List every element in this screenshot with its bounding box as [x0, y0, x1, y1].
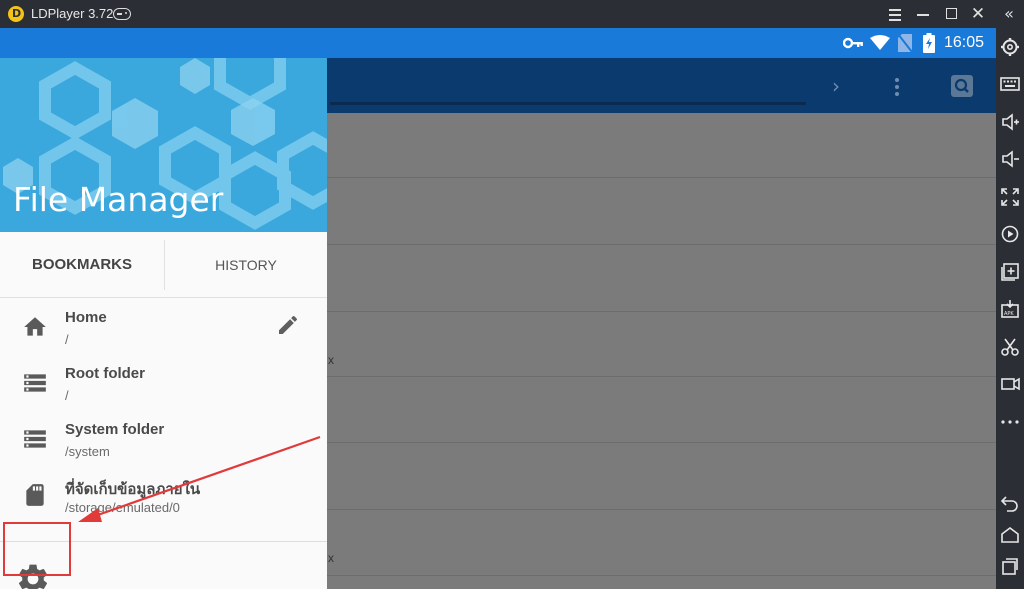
search-icon[interactable]: [951, 75, 973, 97]
ldplayer-window: LDPlayer 3.72 ✕ «: [0, 0, 1024, 589]
gamepad-icon[interactable]: [113, 8, 131, 20]
title-bar: LDPlayer 3.72 ✕ «: [0, 0, 1024, 28]
bookmark-path: /: [65, 388, 69, 403]
emulator-toolbar: APK: [996, 28, 1024, 589]
menu-button[interactable]: [885, 4, 905, 24]
list-item-label: x: [328, 551, 334, 565]
clock: 16:05: [944, 34, 985, 51]
tab-indicator: [330, 102, 806, 105]
sd-card-icon: [22, 482, 48, 508]
list-divider: [327, 177, 996, 178]
storage-icon: [22, 426, 48, 452]
more-icon[interactable]: [999, 411, 1021, 433]
list-divider: [327, 509, 996, 510]
fullscreen-icon[interactable]: [999, 186, 1021, 208]
maximize-button[interactable]: [941, 4, 961, 24]
home-icon[interactable]: [999, 524, 1021, 546]
highlight-box: [3, 522, 71, 576]
record-icon[interactable]: [999, 373, 1021, 395]
recent-apps-icon[interactable]: [999, 555, 1021, 577]
overflow-menu-icon[interactable]: [895, 78, 899, 96]
android-status-bar: 16:05: [0, 28, 996, 58]
home-icon: [22, 314, 48, 340]
collapse-sidebar-button[interactable]: «: [999, 4, 1019, 24]
key-icon: [843, 37, 863, 49]
bookmark-name: Home: [65, 309, 107, 326]
wifi-icon: [870, 35, 890, 50]
scissors-icon[interactable]: [999, 336, 1021, 358]
list-divider: [327, 376, 996, 377]
list-divider: [327, 442, 996, 443]
bookmark-path: /storage/emulated/0: [65, 500, 180, 515]
window-title: LDPlayer 3.72: [31, 6, 114, 21]
drawer-header: File Manager: [0, 58, 327, 232]
keyboard-icon[interactable]: [999, 73, 1021, 95]
drawer-title: File Manager: [13, 180, 224, 219]
list-divider: [327, 575, 996, 576]
volume-down-icon[interactable]: [999, 148, 1021, 170]
bookmark-name: System folder: [65, 421, 165, 438]
tab-bookmarks[interactable]: BOOKMARKS: [0, 232, 164, 298]
bookmark-internal-storage[interactable]: ที่จัดเก็บข้อมูลภายใน /storage/emulated/…: [0, 467, 327, 523]
rotate-icon[interactable]: [999, 223, 1021, 245]
chevron-right-icon[interactable]: ›: [832, 74, 840, 98]
navigation-drawer: File Manager BOOKMARKS HISTORY Home / Ro…: [0, 58, 327, 589]
back-icon[interactable]: [999, 492, 1021, 514]
storage-icon: [22, 370, 48, 396]
svg-text:APK: APK: [1004, 311, 1014, 317]
no-sim-icon: [898, 34, 912, 52]
bookmark-name: ที่จัดเก็บข้อมูลภายใน: [65, 481, 201, 498]
close-button[interactable]: ✕: [968, 4, 988, 24]
battery-icon: [923, 33, 935, 53]
bookmark-home[interactable]: Home /: [0, 299, 327, 355]
list-divider: [327, 311, 996, 312]
volume-up-icon[interactable]: [999, 111, 1021, 133]
minimize-button[interactable]: [913, 4, 933, 24]
drawer-tabs: BOOKMARKS HISTORY: [0, 232, 327, 298]
apk-install-icon[interactable]: APK: [999, 298, 1021, 320]
list-item-label: x: [328, 353, 334, 367]
bookmark-root-folder[interactable]: Root folder /: [0, 355, 327, 411]
bookmark-system-folder[interactable]: System folder /system: [0, 411, 327, 467]
edit-bookmarks-icon[interactable]: [276, 313, 300, 337]
android-screen: 16:05 › x x File Manager BOOKMARKS HISTO…: [0, 28, 996, 589]
tab-history[interactable]: HISTORY: [165, 232, 327, 298]
list-divider: [327, 244, 996, 245]
add-window-icon[interactable]: [999, 261, 1021, 283]
bookmark-path: /: [65, 332, 69, 347]
ldplayer-logo: [8, 6, 24, 22]
bookmark-name: Root folder: [65, 365, 145, 382]
gear-icon[interactable]: [999, 36, 1021, 58]
bookmark-path: /system: [65, 444, 110, 459]
